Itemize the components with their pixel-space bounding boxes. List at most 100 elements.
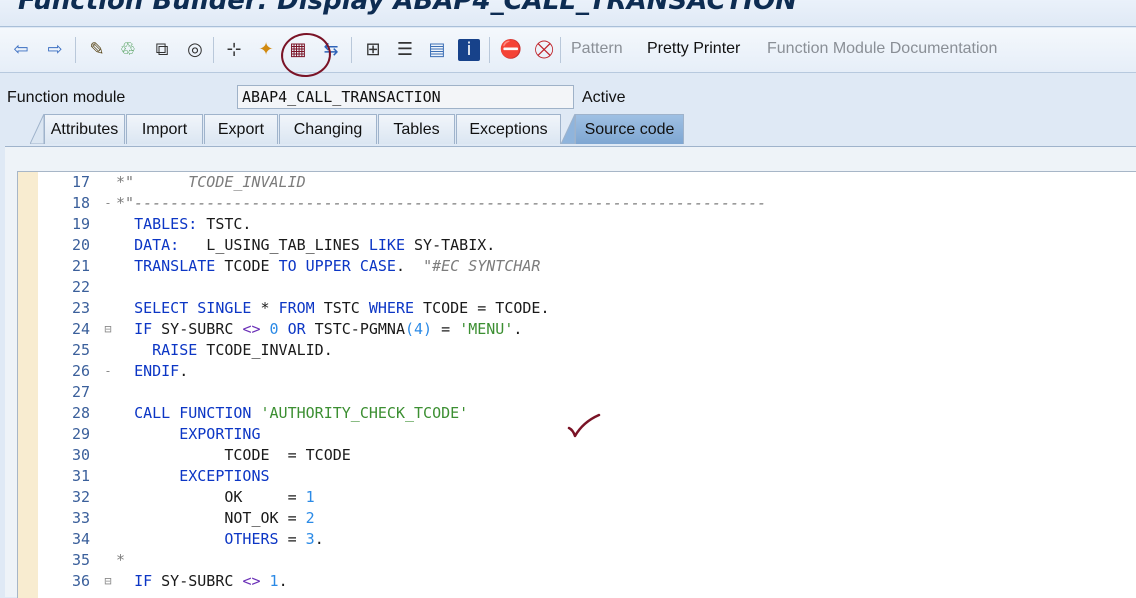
function-module-row: Function module ABAP4_CALL_TRANSACTION A… [0,84,1136,112]
abap-editor[interactable]: 17 *" TCODE_INVALID 18- *"-----------------… [17,171,1136,598]
code-token: * [251,299,279,317]
code-line[interactable]: 17 *" TCODE_INVALID [18,172,1136,193]
code-token: NOT_OK = [116,509,306,527]
line-number: 22 [71,278,90,296]
line-number: 34 [71,530,90,548]
function-module-field[interactable]: ABAP4_CALL_TRANSACTION [237,85,574,109]
breakpoint-icon[interactable]: ⛔ [500,39,522,61]
pattern-button[interactable]: Pattern [571,40,623,58]
tab-export[interactable]: Export [204,114,278,144]
tab-import[interactable]: Import [126,114,203,144]
source-code-panel: 17 *" TCODE_INVALID 18- *"-----------------… [5,146,1136,598]
code-line[interactable]: 21 TRANSLATE TCODE TO UPPER CASE. "#EC S… [18,256,1136,277]
code-line[interactable]: 30 TCODE = TCODE [18,445,1136,466]
function-module-label: Function module [7,89,126,106]
code-token: TCODE = TCODE. [414,299,550,317]
code-line[interactable]: 31 EXCEPTIONS [18,466,1136,487]
code-text: EXCEPTIONS [116,466,270,487]
tab-changing[interactable]: Changing [279,114,377,144]
forward-arrow-icon[interactable]: ⇨ [44,39,66,61]
code-line[interactable]: 33 NOT_OK = 2 [18,508,1136,529]
code-text: NOT_OK = 2 [116,508,315,529]
where-used-icon[interactable]: ◎ [184,39,206,61]
code-text: TCODE = TCODE [116,445,350,466]
code-token: 1 [305,488,315,506]
activate-icon[interactable]: ✦ [255,39,277,61]
line-number: 27 [71,383,90,401]
code-token: OK = [116,488,306,506]
stop-icon[interactable]: ⛒ [533,39,555,61]
fold-marker: - [104,196,112,210]
code-token: SY-TABIX. [405,236,496,254]
code-text: EXPORTING [116,424,260,445]
fold-collapse-icon[interactable]: ⊟ [102,571,114,592]
code-token: LIKE [368,236,405,254]
code-token: 2 [305,509,315,527]
code-token: . [179,362,189,380]
code-line[interactable]: 34 OTHERS = 3. [18,529,1136,550]
fm-documentation-button[interactable]: Function Module Documentation [767,40,997,58]
line-number: 30 [71,446,90,464]
code-token: TABLES: [134,215,198,233]
tree-icon[interactable]: ⊞ [362,39,384,61]
code-token: *" [116,173,135,191]
code-token: . [278,572,288,590]
back-arrow-icon[interactable]: ⇦ [10,39,32,61]
code-line[interactable]: 19 TABLES: TSTC. [18,214,1136,235]
code-line[interactable]: 20 DATA: L_USING_TAB_LINES LIKE SY-TABIX… [18,235,1136,256]
edit-pencil-icon[interactable]: ✎ [86,39,108,61]
pretty-printer-button[interactable]: Pretty Printer [647,40,740,58]
code-line[interactable]: 32 OK = 1 [18,487,1136,508]
code-text: * [116,550,125,571]
tab-exceptions[interactable]: Exceptions [456,114,561,144]
code-token: TCODE [215,257,279,275]
navigate-icon[interactable]: ⇆ [320,39,342,61]
toolbar-separator [351,37,352,63]
code-token: "#EC SYNTCHAR [423,257,541,275]
tab-tables[interactable]: Tables [378,114,455,144]
code-line[interactable]: 26- ENDIF. [18,361,1136,382]
tab-source-code[interactable]: Source code [575,114,684,144]
code-text: ENDIF. [116,361,188,382]
code-token: TCODE_INVALID [134,173,306,191]
hierarchy-icon[interactable]: ⊹ [223,39,245,61]
code-text: SELECT SINGLE * FROM TSTC WHERE TCODE = … [116,298,550,319]
fold-collapse-icon[interactable]: ⊟ [102,319,114,340]
line-number: 25 [71,341,90,359]
object-list-icon[interactable]: ▤ [426,39,448,61]
toolbar-separator [489,37,490,63]
code-token: IF [134,572,153,590]
code-token: FROM [278,299,315,317]
code-token: WHERE [368,299,415,317]
code-token: <> [242,572,261,590]
code-line[interactable]: 23 SELECT SINGLE * FROM TSTC WHERE TCODE… [18,298,1136,319]
code-line[interactable]: 35 * [18,550,1136,571]
stack-icon[interactable]: ☰ [394,39,416,61]
test-icon[interactable]: ▦ [287,39,309,61]
title-divider [0,26,1136,27]
code-line[interactable]: 18- *"-----------------------------------… [18,193,1136,214]
code-token: TCODE_INVALID. [197,341,333,359]
code-line[interactable]: 24 ⊟ IF SY-SUBRC <> 0 OR TSTC-PGMNA(4) = … [18,319,1136,340]
code-token: L_USING_TAB_LINES [179,236,369,254]
code-line[interactable]: 36 ⊟ IF SY-SUBRC <> 1. [18,571,1136,592]
code-token: TSTC. [197,215,252,233]
status-text: Active [582,89,626,106]
code-token: EXCEPTIONS [179,467,270,485]
code-line[interactable]: 22 [18,277,1136,298]
copy-object-icon[interactable]: ⧉ [151,39,173,61]
tab-attributes[interactable]: Attributes [44,114,125,144]
display-change-icon[interactable]: ♲ [117,39,139,61]
code-line[interactable]: 25 RAISE TCODE_INVALID. [18,340,1136,361]
code-token: *"--------------------------------------… [116,194,767,212]
info-icon[interactable]: i [458,39,480,61]
fold-marker: - [104,364,112,378]
code-line[interactable]: 27 [18,382,1136,403]
code-token: TO [278,257,297,275]
line-number: 18 [71,194,90,212]
